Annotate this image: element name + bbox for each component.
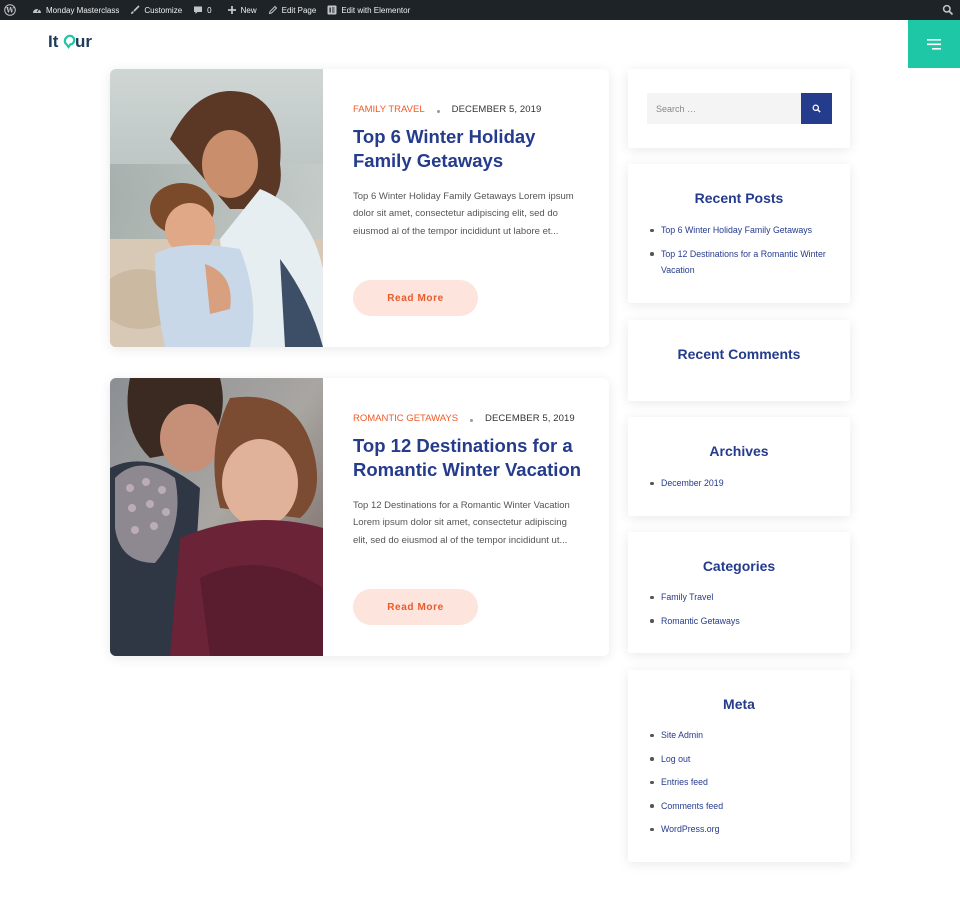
search-widget — [628, 69, 850, 148]
read-more-button[interactable]: Read More — [353, 280, 478, 316]
dashboard-icon — [33, 8, 41, 13]
comments-count: 0 — [207, 5, 212, 15]
list-item: WordPress.org — [647, 821, 827, 838]
meta-link-site-admin[interactable]: Site Admin — [661, 730, 703, 740]
post-excerpt: Top 6 Winter Holiday Family Getaways Lor… — [353, 191, 574, 237]
widget-title: Meta — [723, 696, 755, 712]
post-card: ROMANTIC GETAWAYS DECEMBER 5, 2019 Top 1… — [110, 378, 609, 656]
widget-title: Recent Posts — [694, 190, 784, 206]
post-category-link[interactable]: FAMILY TRAVEL — [353, 104, 425, 115]
meta-separator — [436, 110, 440, 113]
archives-list: December 2019 — [647, 475, 827, 492]
meta-list: Site Admin Log out Entries feed Comments… — [647, 727, 827, 838]
post-card: FAMILY TRAVEL DECEMBER 5, 2019 Top 6 Win… — [110, 69, 609, 347]
admin-edit-page[interactable]: Edit Page — [268, 0, 317, 20]
archives-widget: Archives December 2019 — [628, 417, 850, 516]
admin-site-name[interactable]: Monday Masterclass — [32, 0, 119, 20]
recent-post-link[interactable]: Top 6 Winter Holiday Family Getaways — [661, 225, 812, 235]
post-category-link[interactable]: ROMANTIC GETAWAYS — [353, 413, 458, 424]
list-item: Site Admin — [647, 727, 827, 744]
widget-title: Recent Comments — [677, 346, 801, 362]
admin-customize[interactable]: Customize — [130, 0, 182, 20]
category-link[interactable]: Family Travel — [661, 592, 713, 602]
post-excerpt: Top 12 Destinations for a Romantic Winte… — [353, 500, 570, 546]
read-more-button[interactable]: Read More — [353, 589, 478, 625]
categories-widget: Categories Family Travel Romantic Getawa… — [628, 532, 850, 653]
svg-text:ur: ur — [75, 32, 92, 51]
post-featured-image[interactable] — [110, 378, 323, 656]
hamburger-menu-icon — [927, 38, 941, 50]
new-label: New — [240, 5, 257, 15]
list-item: Entries feed — [647, 774, 827, 791]
menu-toggle-button[interactable] — [908, 20, 960, 68]
recent-posts-list: Top 6 Winter Holiday Family Getaways Top… — [647, 222, 827, 279]
admin-new[interactable]: New — [227, 0, 257, 20]
search-icon[interactable] — [942, 4, 954, 16]
post-date: DECEMBER 5, 2019 — [451, 104, 542, 115]
post-title-link[interactable]: Top 12 Destinations for a Romantic Winte… — [353, 434, 593, 481]
itour-logo: It ur — [48, 32, 92, 51]
widget-title: Categories — [702, 558, 776, 574]
site-name-label: Monday Masterclass — [46, 5, 120, 15]
elementor-icon — [327, 5, 337, 15]
list-item: Top 12 Destinations for a Romantic Winte… — [647, 246, 827, 279]
post-date: DECEMBER 5, 2019 — [485, 413, 575, 424]
meta-link-comments-feed[interactable]: Comments feed — [661, 801, 723, 811]
comment-icon — [194, 6, 203, 14]
category-link[interactable]: Romantic Getaways — [661, 616, 740, 626]
list-item: Top 6 Winter Holiday Family Getaways — [647, 222, 827, 239]
post-featured-image[interactable] — [110, 69, 323, 347]
edit-page-label: Edit Page — [281, 5, 317, 15]
svg-text:It: It — [48, 32, 59, 51]
meta-link-wordpress-org[interactable]: WordPress.org — [661, 824, 720, 834]
meta-widget: Meta Site Admin Log out Entries feed Com… — [628, 670, 850, 862]
categories-list: Family Travel Romantic Getaways — [647, 589, 827, 629]
list-item: Family Travel — [647, 589, 827, 606]
admin-comments[interactable]: 0 — [193, 0, 212, 20]
wordpress-logo-icon[interactable]: W — [4, 0, 16, 20]
site-logo[interactable]: It ur — [48, 31, 98, 53]
list-item: Log out — [647, 751, 827, 768]
edit-elementor-label: Edit with Elementor — [341, 5, 411, 15]
recent-post-link[interactable]: Top 12 Destinations for a Romantic Winte… — [661, 249, 826, 276]
admin-bar: W Monday Masterclass Customize 0 New Edi… — [0, 0, 960, 20]
recent-comments-widget: Recent Comments — [628, 320, 850, 401]
widget-title: Archives — [709, 443, 769, 459]
recent-posts-widget: Recent Posts Top 6 Winter Holiday Family… — [628, 164, 850, 303]
list-item: Comments feed — [647, 798, 827, 815]
meta-link-log-out[interactable]: Log out — [661, 754, 690, 764]
post-title-link[interactable]: Top 6 Winter Holiday Family Getaways — [353, 125, 593, 172]
customize-label: Customize — [144, 5, 183, 15]
brush-icon — [131, 5, 140, 14]
admin-edit-elementor[interactable]: Edit with Elementor — [327, 0, 410, 20]
pencil-icon — [268, 5, 277, 15]
search-submit-button[interactable] — [801, 93, 832, 124]
meta-separator — [470, 419, 474, 422]
post-meta: ROMANTIC GETAWAYS DECEMBER 5, 2019 — [353, 413, 575, 424]
archive-link[interactable]: December 2019 — [661, 478, 724, 488]
search-icon — [812, 104, 821, 113]
meta-link-entries-feed[interactable]: Entries feed — [661, 777, 708, 787]
search-input[interactable] — [647, 93, 801, 124]
post-meta: FAMILY TRAVEL DECEMBER 5, 2019 — [353, 104, 541, 115]
plus-icon — [227, 6, 236, 14]
list-item: Romantic Getaways — [647, 613, 827, 630]
list-item: December 2019 — [647, 475, 827, 492]
svg-text:W: W — [5, 6, 14, 15]
